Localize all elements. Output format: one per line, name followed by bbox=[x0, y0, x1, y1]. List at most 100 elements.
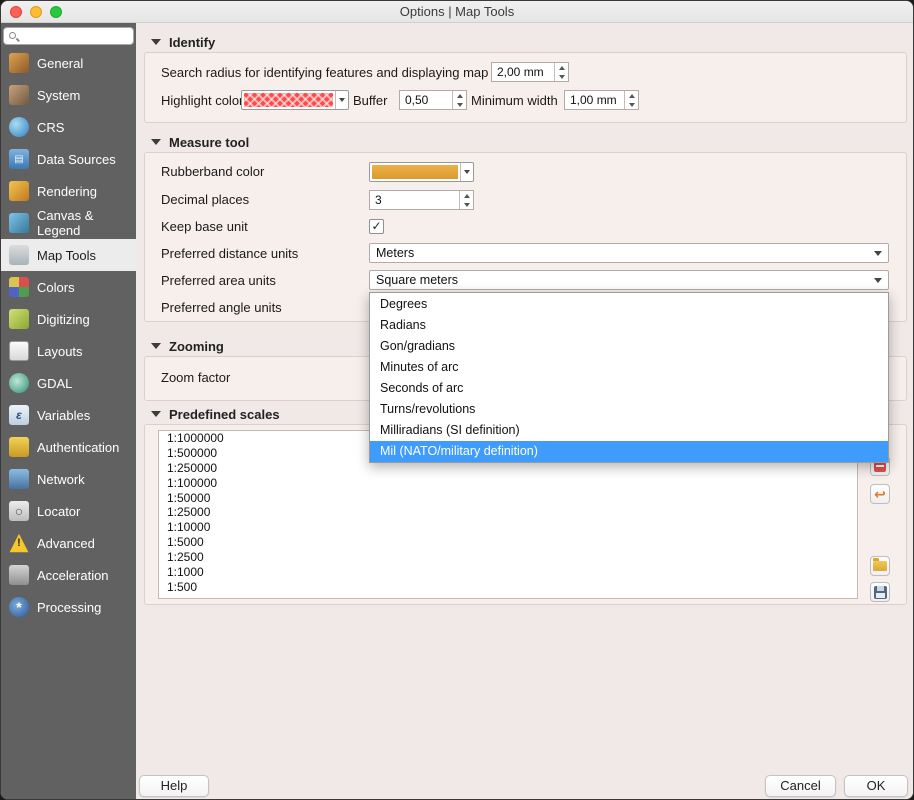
sidebar-item-acceleration[interactable]: Acceleration bbox=[1, 559, 136, 591]
sidebar-item-label: Variables bbox=[37, 408, 90, 423]
spin-down-icon[interactable] bbox=[453, 100, 466, 109]
measure-section-header[interactable]: Measure tool bbox=[151, 133, 249, 151]
scale-list-item[interactable]: 1:50000 bbox=[159, 491, 857, 506]
close-window-button[interactable] bbox=[10, 6, 22, 18]
spin-down-icon[interactable] bbox=[625, 100, 638, 109]
highlight-color-label: Highlight color bbox=[161, 93, 243, 109]
search-icon bbox=[9, 32, 16, 39]
highlight-color-button[interactable] bbox=[241, 90, 349, 110]
sidebar-item-label: GDAL bbox=[37, 376, 72, 391]
digitizing-icon bbox=[9, 309, 29, 329]
zoom-window-button[interactable] bbox=[50, 6, 62, 18]
scale-list-item[interactable]: 1:500 bbox=[159, 580, 857, 595]
color-dropdown-arrow-icon[interactable] bbox=[335, 91, 348, 109]
sidebar-item-digitizing[interactable]: Digitizing bbox=[1, 303, 136, 335]
collapse-arrow-icon bbox=[151, 411, 161, 417]
rubberband-color-button[interactable] bbox=[369, 162, 474, 182]
sidebar-item-network[interactable]: Network bbox=[1, 463, 136, 495]
decimal-spin-buttons[interactable] bbox=[459, 191, 473, 209]
map-tools-icon bbox=[9, 245, 29, 265]
angle-unit-option[interactable]: Degrees bbox=[370, 293, 888, 314]
search-radius-spin-buttons[interactable] bbox=[554, 63, 568, 81]
search-input[interactable] bbox=[20, 28, 131, 44]
sidebar-item-gdal[interactable]: GDAL bbox=[1, 367, 136, 399]
scale-list-item[interactable]: 1:250000 bbox=[159, 461, 857, 476]
chevron-down-icon bbox=[874, 278, 882, 283]
window-title: Options | Map Tools bbox=[1, 1, 913, 23]
scale-list-item[interactable]: 1:100000 bbox=[159, 476, 857, 491]
keep-base-unit-checkbox[interactable]: ✓ bbox=[369, 219, 384, 234]
decimal-places-spinbox[interactable]: 3 bbox=[369, 190, 474, 210]
canvas-legend-icon bbox=[9, 213, 29, 233]
sidebar-item-crs[interactable]: CRS bbox=[1, 111, 136, 143]
sidebar: General System CRS▤Data SourcesRenderingCa… bbox=[1, 23, 136, 799]
angle-unit-option[interactable]: Radians bbox=[370, 314, 888, 335]
minimize-window-button[interactable] bbox=[30, 6, 42, 18]
angle-unit-option[interactable]: Seconds of arc bbox=[370, 378, 888, 399]
angle-unit-option[interactable]: Turns/revolutions bbox=[370, 399, 888, 420]
spin-down-icon[interactable] bbox=[460, 200, 473, 209]
ok-button[interactable]: OK bbox=[844, 775, 908, 797]
angle-unit-option[interactable]: Gon/gradians bbox=[370, 335, 888, 356]
sidebar-item-layouts[interactable]: Layouts bbox=[1, 335, 136, 367]
spin-up-icon[interactable] bbox=[453, 91, 466, 100]
sidebar-item-variables[interactable]: ε Variables bbox=[1, 399, 136, 431]
sidebar-item-general[interactable]: General bbox=[1, 47, 136, 79]
spin-up-icon[interactable] bbox=[555, 63, 568, 72]
sidebar-item-label: System bbox=[37, 88, 80, 103]
color-dropdown-arrow-icon[interactable] bbox=[460, 163, 473, 181]
sidebar-item-rendering[interactable]: Rendering bbox=[1, 175, 136, 207]
angle-unit-option[interactable]: Mil (NATO/military definition) bbox=[370, 441, 888, 462]
scales-section-header[interactable]: Predefined scales bbox=[151, 405, 280, 423]
sidebar-item-advanced[interactable]: !Advanced bbox=[1, 527, 136, 559]
distance-units-value: Meters bbox=[376, 246, 414, 260]
spin-down-icon[interactable] bbox=[555, 72, 568, 81]
sidebar-item-colors[interactable]: Colors bbox=[1, 271, 136, 303]
spin-up-icon[interactable] bbox=[625, 91, 638, 100]
collapse-arrow-icon bbox=[151, 343, 161, 349]
search-radius-spinbox[interactable]: 2,00 mm bbox=[491, 62, 569, 82]
scale-list-item[interactable]: 1:5000 bbox=[159, 535, 857, 550]
help-button[interactable]: Help bbox=[139, 775, 209, 797]
sidebar-item-label: Canvas & Legend bbox=[37, 208, 136, 238]
sidebar-item-locator[interactable]: ○Locator bbox=[1, 495, 136, 527]
buffer-spinbox[interactable]: 0,50 mm bbox=[399, 90, 467, 110]
sidebar-item-label: Acceleration bbox=[37, 568, 109, 583]
open-folder-icon bbox=[873, 561, 887, 571]
advanced-icon: ! bbox=[9, 533, 29, 553]
cancel-button[interactable]: Cancel bbox=[765, 775, 836, 797]
distance-units-combobox[interactable]: Meters bbox=[369, 243, 889, 263]
zoom-factor-label: Zoom factor bbox=[161, 370, 230, 386]
sidebar-item-label: Network bbox=[37, 472, 85, 487]
export-scales-button[interactable] bbox=[870, 582, 890, 602]
sidebar-item-system[interactable]: System bbox=[1, 79, 136, 111]
sidebar-item-map-tools[interactable]: Map Tools bbox=[1, 239, 136, 271]
rendering-icon bbox=[9, 181, 29, 201]
variables-icon: ε bbox=[9, 405, 29, 425]
sidebar-search[interactable] bbox=[3, 27, 134, 45]
angle-unit-option[interactable]: Milliradians (SI definition) bbox=[370, 420, 888, 441]
spin-up-icon[interactable] bbox=[460, 191, 473, 200]
import-scales-button[interactable] bbox=[870, 556, 890, 576]
identify-section-header[interactable]: Identify bbox=[151, 33, 215, 51]
sidebar-item-data-sources[interactable]: ▤Data Sources bbox=[1, 143, 136, 175]
zooming-section-header[interactable]: Zooming bbox=[151, 337, 224, 355]
sidebar-item-canvas-legend[interactable]: Canvas & Legend bbox=[1, 207, 136, 239]
restore-default-scales-button[interactable]: ↩ bbox=[870, 484, 890, 504]
buffer-spin-buttons[interactable] bbox=[452, 91, 466, 109]
sidebar-item-label: General bbox=[37, 56, 83, 71]
scale-list-item[interactable]: 1:1000 bbox=[159, 565, 857, 580]
scale-list-item[interactable]: 1:25000 bbox=[159, 505, 857, 520]
scale-list-item[interactable]: 1:2500 bbox=[159, 550, 857, 565]
collapse-arrow-icon bbox=[151, 139, 161, 145]
sidebar-items: General System CRS▤Data SourcesRenderingCa… bbox=[1, 47, 136, 623]
min-width-spin-buttons[interactable] bbox=[624, 91, 638, 109]
min-width-spinbox[interactable]: 1,00 mm bbox=[564, 90, 639, 110]
area-units-combobox[interactable]: Square meters bbox=[369, 270, 889, 290]
sidebar-item-authentication[interactable]: Authentication bbox=[1, 431, 136, 463]
sidebar-item-label: Locator bbox=[37, 504, 80, 519]
sidebar-item-processing[interactable]: *Processing bbox=[1, 591, 136, 623]
angle-unit-option[interactable]: Minutes of arc bbox=[370, 356, 888, 377]
scale-list-item[interactable]: 1:10000 bbox=[159, 520, 857, 535]
gdal-icon bbox=[9, 373, 29, 393]
